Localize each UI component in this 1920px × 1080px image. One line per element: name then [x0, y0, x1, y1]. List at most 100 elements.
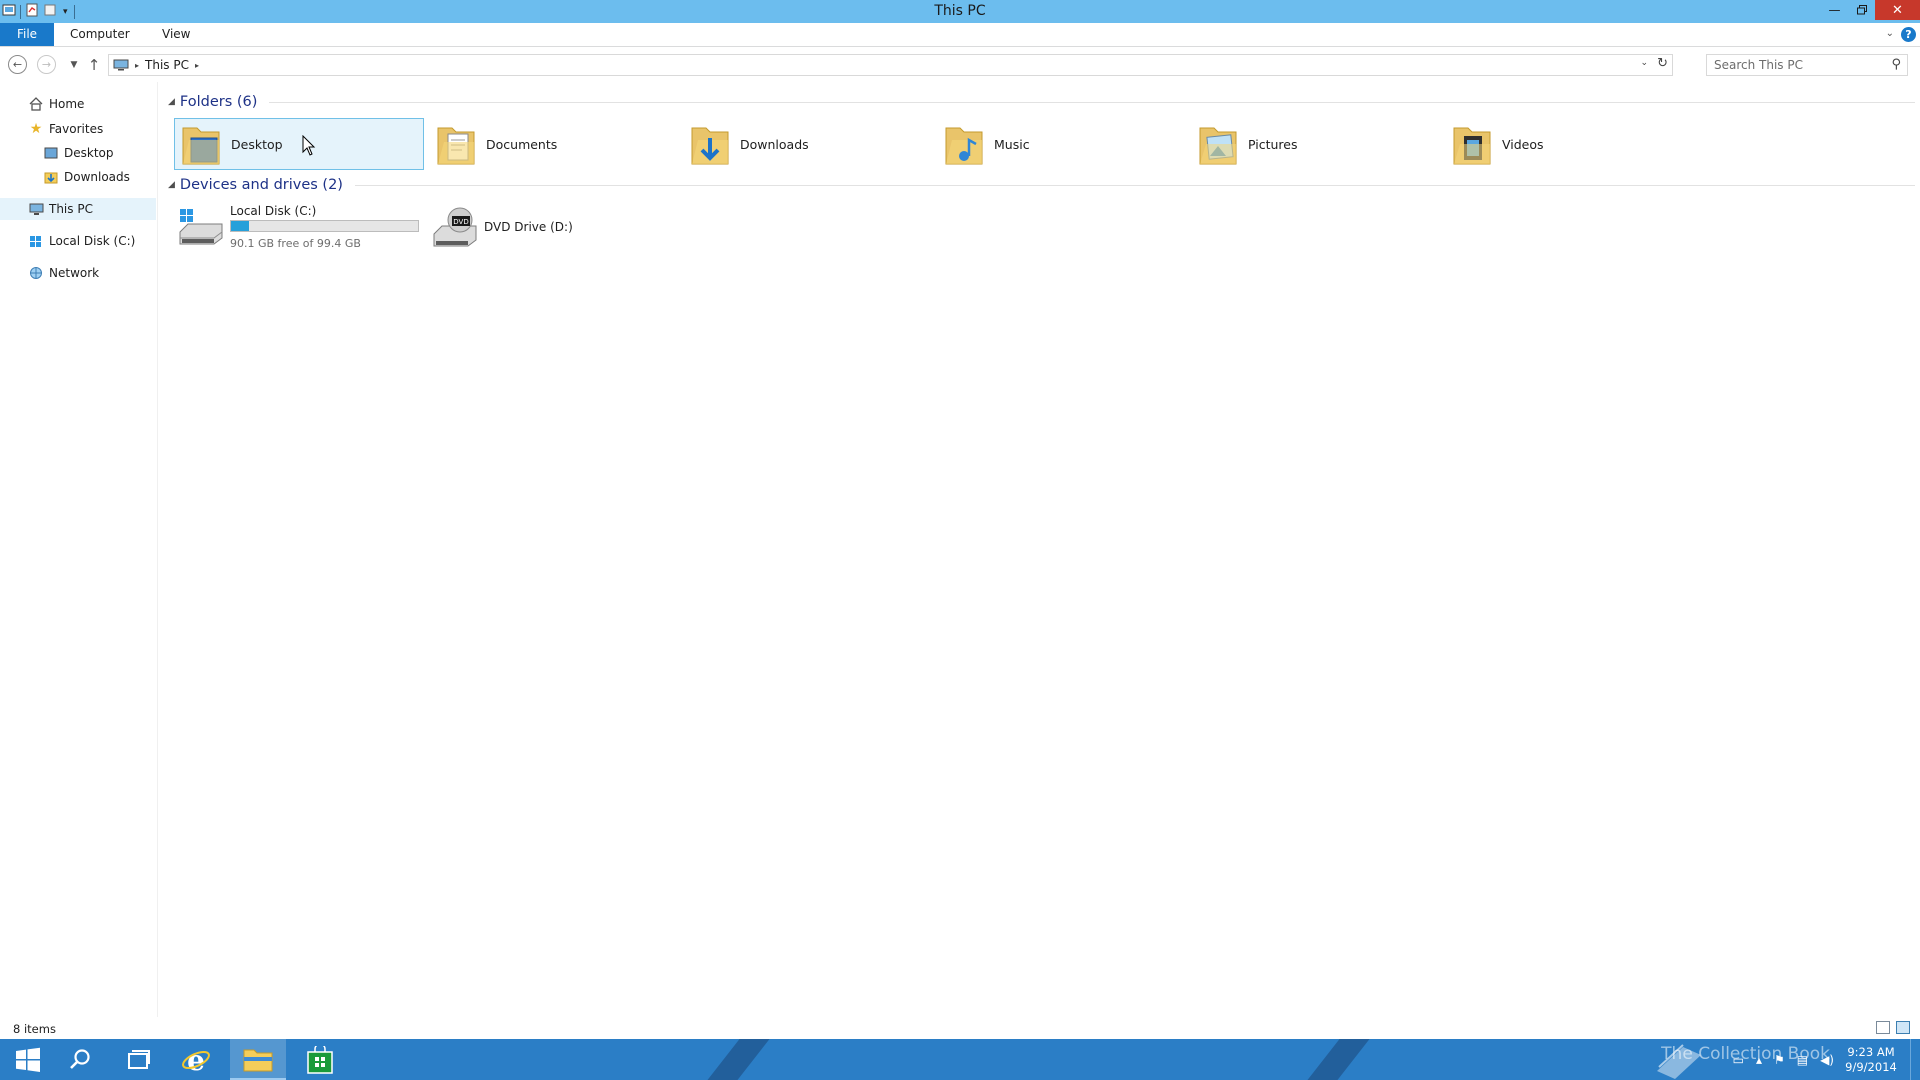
collapse-triangle-icon[interactable]: ◢	[168, 180, 175, 190]
breadcrumb-this-pc[interactable]: This PC	[145, 58, 189, 72]
task-view-button[interactable]	[110, 1039, 166, 1080]
file-explorer-icon	[243, 1049, 273, 1071]
tab-computer[interactable]: Computer	[58, 23, 142, 46]
downloads-folder-icon	[691, 127, 729, 165]
item-count: 8 items	[13, 1022, 56, 1036]
drive-label: DVD Drive (D:)	[484, 220, 573, 234]
folder-label: Downloads	[740, 136, 809, 152]
show-hidden-icons-icon[interactable]: ▴	[1756, 1053, 1762, 1067]
folder-label: Desktop	[231, 136, 283, 152]
close-button[interactable]: ✕	[1875, 0, 1920, 20]
folder-pictures[interactable]: Pictures	[1192, 118, 1442, 170]
expand-ribbon-icon[interactable]: ⌄	[1886, 28, 1894, 39]
volume-icon[interactable]: ◀)	[1820, 1053, 1834, 1067]
window-controls: — ✕	[1821, 0, 1920, 23]
tab-view[interactable]: View	[150, 23, 202, 46]
keyboard-icon[interactable]: ▭	[1733, 1053, 1744, 1067]
local-disk-icon	[179, 209, 223, 245]
nav-label: Home	[49, 97, 85, 111]
folder-label: Music	[994, 136, 1030, 152]
title-bar: ▾ This PC — ✕	[0, 0, 1920, 23]
recent-locations-button[interactable]: ▼	[64, 55, 84, 75]
breadcrumb-separator-icon[interactable]: ▸	[135, 61, 139, 70]
drive-free-space: 90.1 GB free of 99.4 GB	[230, 237, 361, 250]
store-icon	[307, 1045, 333, 1074]
up-button[interactable]: ↑	[84, 55, 104, 75]
restore-button[interactable]	[1848, 0, 1875, 20]
nav-label: Downloads	[64, 170, 130, 184]
chevron-down-icon: ▼	[70, 60, 78, 70]
nav-label: This PC	[49, 202, 93, 216]
arrow-right-icon: →	[41, 58, 52, 71]
computer-icon	[28, 201, 44, 217]
disk-usage-bar	[230, 220, 419, 232]
home-icon	[28, 96, 44, 112]
close-icon: ✕	[1892, 2, 1903, 18]
clock-date: 9/9/2014	[1845, 1059, 1897, 1074]
desktop-folder-icon	[182, 127, 220, 165]
drive-dvd[interactable]: DVD DVD Drive (D:)	[428, 200, 628, 256]
nav-item-local-disk[interactable]: Local Disk (C:)	[0, 230, 156, 252]
nav-item-desktop[interactable]: Desktop	[0, 142, 156, 164]
svg-text:e: e	[187, 1045, 205, 1075]
file-explorer-button[interactable]	[230, 1039, 286, 1080]
address-row: ← → ▼ ↑ ▸ This PC ▸ ⌄ ↻ ⚲	[0, 48, 1920, 82]
videos-folder-icon	[1453, 127, 1491, 165]
tab-file[interactable]: File	[0, 23, 54, 46]
nav-item-home[interactable]: Home	[0, 93, 156, 115]
search-taskbar-button[interactable]	[52, 1039, 108, 1080]
folder-videos[interactable]: Videos	[1446, 118, 1696, 170]
internet-explorer-icon: e	[182, 1045, 210, 1075]
nav-label: Desktop	[64, 146, 114, 160]
folder-downloads[interactable]: Downloads	[684, 118, 934, 170]
devices-header-label: Devices and drives (2)	[179, 177, 343, 193]
internet-explorer-button[interactable]: e	[168, 1039, 224, 1080]
minimize-button[interactable]: —	[1821, 0, 1848, 20]
nav-item-this-pc[interactable]: This PC	[0, 198, 156, 220]
large-icons-view-icon[interactable]	[1896, 1021, 1910, 1034]
computer-icon	[113, 59, 129, 71]
folders-group-header[interactable]: ◢ Folders (6)	[160, 91, 1915, 113]
search-icon[interactable]: ⚲	[1891, 57, 1901, 72]
drive-label: Local Disk (C:)	[230, 204, 317, 218]
star-icon: ★	[29, 121, 43, 137]
collapse-triangle-icon[interactable]: ◢	[168, 97, 175, 107]
nav-label: Favorites	[49, 122, 104, 136]
folder-music[interactable]: Music	[938, 118, 1188, 170]
desktop-icon	[43, 145, 59, 161]
forward-button[interactable]: →	[37, 55, 56, 74]
folder-desktop[interactable]: Desktop	[174, 118, 424, 170]
group-divider	[269, 101, 1915, 103]
dvd-label-text: DVD	[453, 218, 468, 226]
store-button[interactable]	[292, 1039, 348, 1080]
navigation-pane: Home ★ Favorites Desktop Downloads This …	[0, 82, 158, 1017]
search-input[interactable]	[1707, 58, 1877, 72]
folder-label: Videos	[1502, 136, 1544, 152]
mouse-cursor-icon	[302, 135, 316, 156]
address-bar[interactable]: ▸ This PC ▸ ⌄ ↻	[108, 54, 1673, 76]
pictures-folder-icon	[1199, 127, 1237, 165]
breadcrumb-separator-icon[interactable]: ▸	[195, 61, 199, 70]
back-button[interactable]: ←	[8, 55, 27, 74]
group-divider	[354, 184, 1915, 186]
folder-documents[interactable]: Documents	[430, 118, 680, 170]
show-desktop-button[interactable]	[1910, 1039, 1916, 1080]
nav-item-favorites[interactable]: ★ Favorites	[0, 118, 156, 140]
nav-item-downloads[interactable]: Downloads	[0, 166, 156, 188]
nav-item-network[interactable]: Network	[0, 262, 156, 284]
network-status-icon[interactable]: ▤	[1797, 1053, 1808, 1067]
help-icon[interactable]: ?	[1901, 27, 1916, 42]
start-button[interactable]	[0, 1039, 56, 1080]
search-box[interactable]: ⚲	[1706, 54, 1908, 76]
disk-usage-fill	[231, 221, 249, 231]
content-pane: ◢ Folders (6) Desktop Documents Download…	[160, 82, 1920, 1017]
drive-local-disk[interactable]: Local Disk (C:) 90.1 GB free of 99.4 GB	[174, 200, 424, 256]
details-view-icon[interactable]	[1876, 1021, 1890, 1034]
clock[interactable]: 9:23 AM 9/9/2014	[1840, 1045, 1902, 1075]
taskbar-stripe	[692, 1039, 778, 1080]
address-history-icon[interactable]: ⌄	[1640, 58, 1648, 68]
devices-group-header[interactable]: ◢ Devices and drives (2)	[160, 174, 1915, 196]
disk-icon	[28, 233, 44, 249]
action-center-flag-icon[interactable]: ⚑	[1774, 1053, 1785, 1067]
refresh-icon[interactable]: ↻	[1657, 56, 1668, 71]
